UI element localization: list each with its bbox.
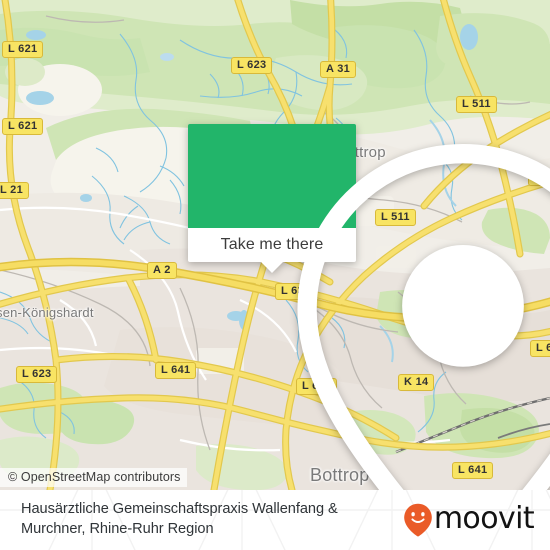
- map-pin-icon: [297, 144, 550, 490]
- road-shield: L 623: [231, 57, 273, 74]
- map-canvas[interactable]: Bottrop Bottrop sen-Königshardt L 621 L 621…: [0, 0, 550, 490]
- popup-pointer-tail: [260, 261, 284, 273]
- take-me-there-label: Take me there: [220, 236, 324, 253]
- road-shield: L 621: [2, 118, 44, 135]
- road-shield: L 511: [456, 96, 497, 113]
- popup-action-bar[interactable]: Take me there: [188, 228, 356, 273]
- footer-bar: Hausärztliche Gemeinschaftspraxis Wallen…: [0, 490, 550, 550]
- road-shield: A 2: [147, 262, 177, 279]
- road-shield: L 21: [0, 182, 30, 199]
- moovit-map-screenshot: Bottrop Bottrop sen-Königshardt L 621 L 621…: [0, 0, 550, 550]
- moovit-brand[interactable]: moovit: [403, 501, 535, 537]
- page-title: Hausärztliche Gemeinschaftspraxis Wallen…: [21, 501, 338, 537]
- road-shield: A 31: [320, 61, 357, 78]
- location-popup[interactable]: Take me there: [188, 124, 550, 490]
- road-shield: L 621: [2, 41, 44, 58]
- moovit-pin-smile-icon: [404, 503, 432, 537]
- osm-attribution[interactable]: © OpenStreetMap contributors: [0, 468, 187, 487]
- popup-pin-area: [188, 124, 550, 490]
- road-shield: L 623: [16, 366, 58, 383]
- moovit-wordmark: moovit: [433, 501, 535, 536]
